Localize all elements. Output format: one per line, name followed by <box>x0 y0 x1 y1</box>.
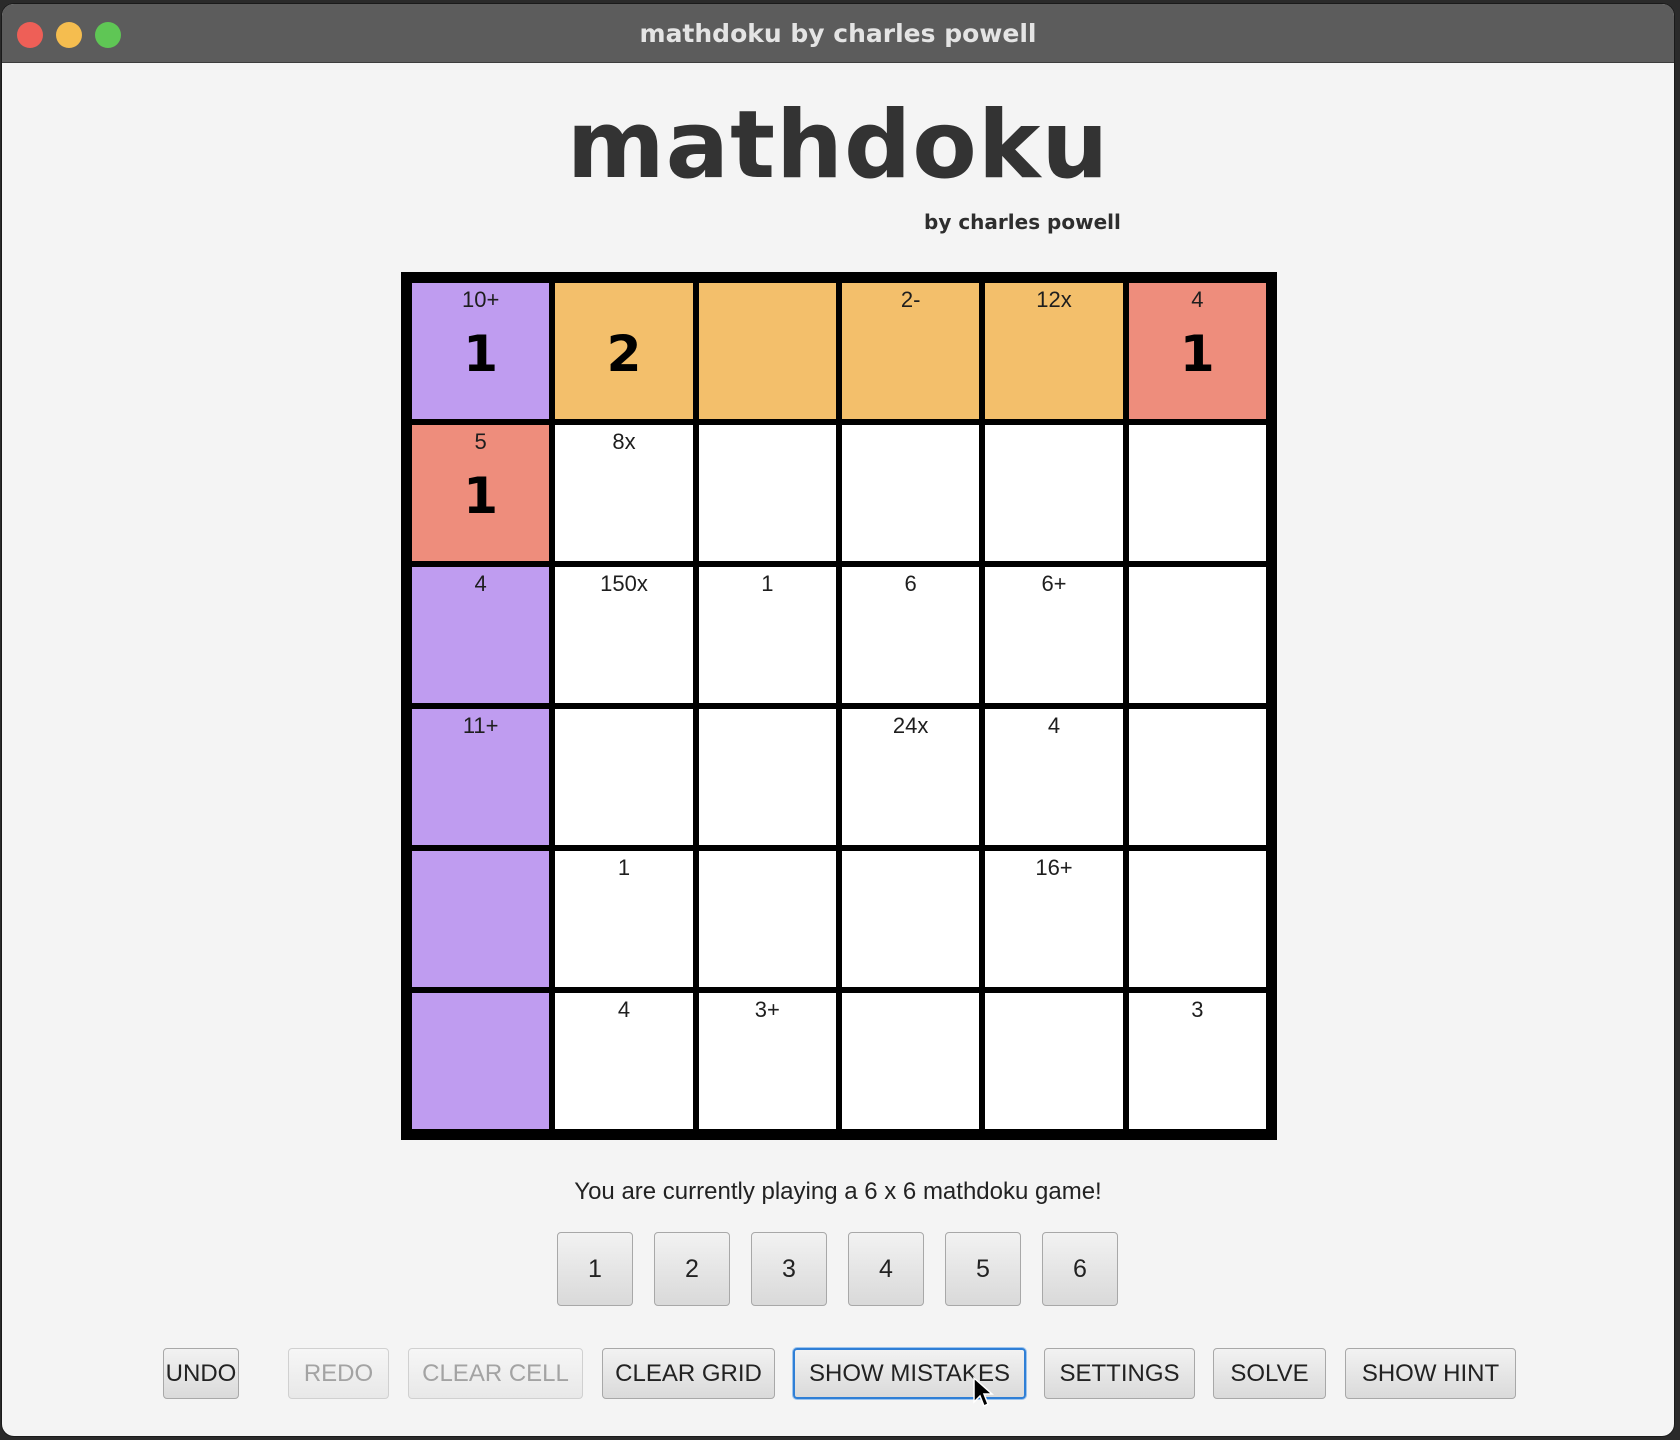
grid-cell-r3-c3[interactable]: 1 <box>698 567 836 703</box>
grid-cell-r1-c1[interactable]: 10+ 1 <box>412 283 550 419</box>
grid-cell-r2-c6[interactable] <box>1128 425 1266 561</box>
grid-cell-r4-c5[interactable]: 4 <box>985 709 1123 845</box>
solve-button[interactable]: SOLVE <box>1213 1348 1326 1399</box>
grid-cell-r1-c3[interactable] <box>698 283 836 419</box>
grid-cell-r1-c2[interactable]: 2 <box>555 283 693 419</box>
settings-button[interactable]: SETTINGS <box>1044 1348 1195 1399</box>
cage-clue: 24x <box>892 713 929 738</box>
cage-clue: 5 <box>474 429 487 454</box>
grid-cell-r1-c4[interactable]: 2- <box>842 283 980 419</box>
grid-cell-r4-c6[interactable] <box>1128 709 1266 845</box>
show-hint-button[interactable]: SHOW HINT <box>1345 1348 1516 1399</box>
cage-clue: 8x <box>612 429 636 454</box>
grid-cell-r1-c5[interactable]: 12x <box>985 283 1123 419</box>
grid-cell-r6-c1[interactable] <box>412 993 550 1129</box>
cage-clue: 2- <box>900 287 921 312</box>
cell-value: 1 <box>463 467 499 525</box>
grid-cell-r5-c2[interactable]: 1 <box>555 851 693 987</box>
grid-cell-r4-c1[interactable]: 11+ <box>412 709 550 845</box>
cage-clue: 11+ <box>462 713 499 738</box>
grid-cell-r6-c6[interactable]: 3 <box>1128 993 1266 1129</box>
grid-cell-r5-c1[interactable] <box>412 851 550 987</box>
grid-cell-r6-c4[interactable] <box>842 993 980 1129</box>
grid-cell-r3-c2[interactable]: 150x <box>555 567 693 703</box>
undo-button[interactable]: UNDO <box>163 1348 239 1399</box>
grid-cell-r2-c1[interactable]: 51 <box>412 425 550 561</box>
grid-cell-r2-c3[interactable] <box>698 425 836 561</box>
cage-clue: 4 <box>1191 287 1204 312</box>
cage-clue: 3 <box>1191 997 1204 1022</box>
grid-cell-r3-c1[interactable]: 4 <box>412 567 550 703</box>
grid-cell-r5-c4[interactable] <box>842 851 980 987</box>
clear-cell-button[interactable]: CLEAR CELL <box>408 1348 583 1399</box>
cage-clue: 150x <box>600 571 648 596</box>
grid-cell-r6-c5[interactable] <box>985 993 1123 1129</box>
grid-cell-r2-c2[interactable]: 8x <box>555 425 693 561</box>
cell-value: 1 <box>463 325 499 383</box>
cell-value: 1 <box>1179 325 1215 383</box>
grid-cell-r6-c3[interactable]: 3+ <box>698 993 836 1129</box>
cage-clue: 12x <box>1036 287 1072 312</box>
cage-clue: 6+ <box>1041 571 1067 596</box>
grid-cell-r5-c3[interactable] <box>698 851 836 987</box>
number-button-2[interactable]: 2 <box>654 1232 730 1306</box>
app-window: mathdoku by charles powell mathdoku by c… <box>2 4 1674 1436</box>
cage-clue: 1 <box>617 855 631 880</box>
grid-cell-r4-c2[interactable] <box>555 709 693 845</box>
number-button-3[interactable]: 3 <box>751 1232 827 1306</box>
puzzle-grid: 10+ 1 2 2- 12x 4 1 5 1 8x 4 150x 1 6 6+ 11+ 24x 4 1 16+ 4 3+ 3 <box>401 272 1277 1140</box>
cage-clue: 1 <box>761 571 774 596</box>
grid-cell-r4-c4[interactable]: 24x <box>842 709 980 845</box>
redo-button[interactable]: REDO <box>288 1348 389 1399</box>
cage-clue: 4 <box>474 571 487 596</box>
cage-clue: 6 <box>904 571 917 596</box>
grid-cell-r1-c6[interactable]: 41 <box>1128 283 1266 419</box>
number-button-4[interactable]: 4 <box>848 1232 924 1306</box>
mouse-pointer-icon <box>973 1376 994 1408</box>
grid-cell-r2-c4[interactable] <box>842 425 980 561</box>
cage-clue: 16+ <box>1035 855 1073 880</box>
grid-cell-r6-c2[interactable]: 4 <box>555 993 693 1129</box>
cage-clue: 4 <box>617 997 631 1022</box>
window-title: mathdoku by charles powell <box>639 19 1037 48</box>
grid-cell-r3-c6[interactable] <box>1128 567 1266 703</box>
number-button-1[interactable]: 1 <box>557 1232 633 1306</box>
main-content: mathdoku by charles powell 10+ 1 2 2- 12x 4 1 5… <box>2 62 1674 1436</box>
app-subtitle: by charles powell <box>924 210 1121 234</box>
grid-cell-r2-c5[interactable] <box>985 425 1123 561</box>
cage-clue: 10+ <box>462 287 500 312</box>
cell-value: 2 <box>606 325 642 383</box>
grid-cell-r5-c6[interactable] <box>1128 851 1266 987</box>
grid-cell-r4-c3[interactable] <box>698 709 836 845</box>
cage-clue: 4 <box>1047 713 1061 738</box>
grid-cell-r3-c5[interactable]: 6+ <box>985 567 1123 703</box>
clear-grid-button[interactable]: CLEAR GRID <box>602 1348 775 1399</box>
grid-cell-r3-c4[interactable]: 6 <box>842 567 980 703</box>
number-button-6[interactable]: 6 <box>1042 1232 1118 1306</box>
grid-cell-r5-c5[interactable]: 16+ <box>985 851 1123 987</box>
title-bar: mathdoku by charles powell <box>2 4 1674 63</box>
cage-clue: 3+ <box>754 997 780 1022</box>
status-message: You are currently playing a 6 x 6 mathdo… <box>574 1178 1102 1205</box>
number-button-5[interactable]: 5 <box>945 1232 1021 1306</box>
app-title: mathdoku <box>566 91 1110 200</box>
